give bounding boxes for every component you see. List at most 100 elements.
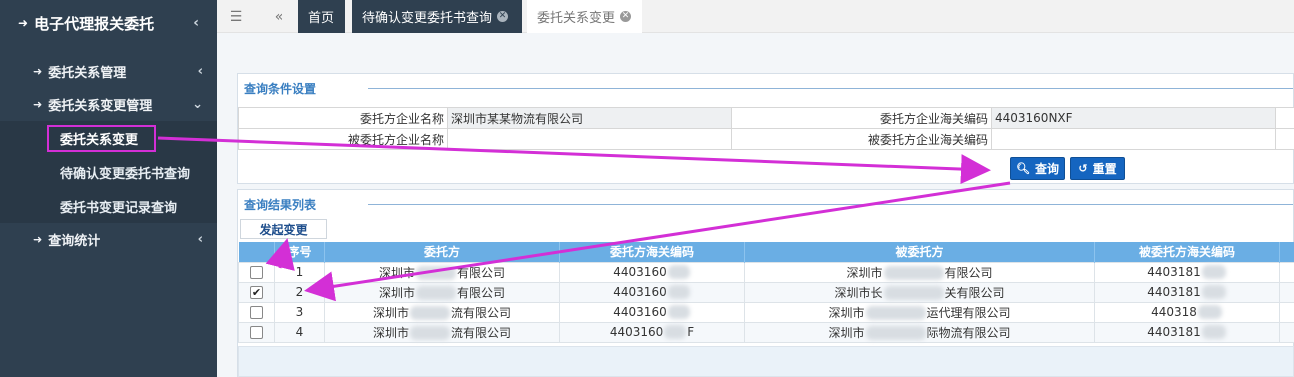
close-icon[interactable]: ✕: [620, 11, 632, 22]
row-number: 1: [274, 261, 325, 283]
table-row[interactable]: 4 深圳市 流有限公司 4403160 F 深圳市 际物流有限公司 4403181: [238, 321, 1294, 343]
sign-in-icon: ➜: [18, 16, 29, 30]
column-header: 被委托方海关编码: [1094, 242, 1280, 262]
tab-pending-query[interactable]: 待确认变更委托书查询 ✕: [352, 0, 522, 33]
agent-code-cell: 4403181: [1094, 261, 1280, 283]
client-code-cell: 4403160 F: [559, 321, 745, 343]
sign-in-icon: ➜: [33, 65, 43, 78]
sidebar-subitem-pending-query[interactable]: 待确认变更委托书查询: [0, 155, 217, 189]
redaction-blur: [1201, 325, 1226, 340]
annotation-highlight-box: [47, 125, 156, 152]
table-footer-area: [238, 346, 1294, 377]
redaction-blur: [1201, 285, 1226, 300]
agent-code-cell: 440318: [1094, 301, 1280, 323]
sidebar-header[interactable]: ➜ 电子代理报关委托 ‹: [0, 0, 217, 46]
client-name-input[interactable]: 深圳市某某物流有限公司: [447, 107, 732, 129]
redaction-blur: [667, 285, 690, 300]
redaction-blur: [1197, 305, 1222, 320]
redaction-blur: [410, 306, 450, 320]
sidebar-subitem-change-record[interactable]: 委托书变更记录查询: [0, 189, 217, 223]
redaction-blur: [865, 306, 926, 320]
sidebar-item-label: 查询统计: [48, 234, 101, 249]
client-name-cell: 深圳市 流有限公司: [324, 321, 560, 343]
row-checkbox-cell[interactable]: [238, 301, 275, 323]
agent-code-cell: 4403181: [1094, 321, 1280, 343]
redaction-blur: [416, 286, 456, 300]
redaction-blur: [883, 286, 944, 300]
table-row[interactable]: 3 深圳市 流有限公司 4403160 深圳市 运代理有限公司 440318: [238, 301, 1294, 323]
query-title-text: 查询条件设置: [244, 81, 317, 96]
chevron-left-icon[interactable]: ‹: [193, 15, 199, 31]
agent-name-cell: 深圳市 运代理有限公司: [744, 301, 1095, 323]
table-header-row: 序号 委托方 委托方海关编码 被委托方 被委托方海关编码: [238, 242, 1294, 262]
agent-name-input[interactable]: [447, 128, 732, 150]
row-checkbox[interactable]: [250, 266, 263, 279]
agent-name-cell: 深圳市 际物流有限公司: [744, 321, 1095, 343]
reset-button[interactable]: ↺ 重置: [1070, 157, 1125, 180]
redaction-blur: [667, 305, 690, 320]
menu-toggle-icon[interactable]: ☰: [221, 0, 251, 33]
client-name-cell: 深圳市 有限公司: [324, 261, 560, 283]
tab-label: 待确认变更委托书查询: [362, 11, 493, 26]
column-header: 委托方: [324, 242, 560, 262]
row-checkbox-cell[interactable]: [238, 261, 275, 283]
redaction-blur: [667, 265, 690, 280]
tab-label: 首页: [308, 11, 335, 26]
sidebar-title: 电子代理报关委托: [34, 14, 155, 33]
row-checkbox-cell[interactable]: [238, 321, 275, 343]
client-name-cell: 深圳市 流有限公司: [324, 301, 560, 323]
redaction-blur: [883, 266, 944, 280]
sidebar-item-change-manage[interactable]: ➜ 委托关系变更管理 ⌄: [0, 88, 217, 121]
tab-home[interactable]: 首页: [298, 0, 345, 33]
results-panel-title: 查询结果列表: [238, 190, 1293, 218]
sidebar: ➜ 电子代理报关委托 ‹ ➜ 委托关系管理 ‹ ➜ 委托关系变更管理 ⌄ 委托关…: [0, 0, 217, 377]
close-icon[interactable]: ✕: [497, 11, 509, 22]
row-checkbox[interactable]: [250, 306, 263, 319]
redaction-blur: [1201, 265, 1226, 280]
table-row[interactable]: ✔ 2 深圳市 有限公司 4403160 深圳市长 关有限公司 4403181: [238, 281, 1294, 303]
query-form: 委托方企业名称 深圳市某某物流有限公司 委托方企业海关编码 4403160NXF…: [238, 107, 1294, 150]
table-row[interactable]: 1 深圳市 有限公司 4403160 深圳市 有限公司 4403181: [238, 261, 1294, 283]
redaction-blur: [664, 325, 687, 340]
sidebar-subitem-relation-change[interactable]: 委托关系变更: [0, 121, 217, 155]
column-header: 被委托方: [744, 242, 1095, 262]
search-button-label: 查询: [1034, 162, 1059, 176]
client-code-input[interactable]: 4403160NXF: [991, 107, 1276, 129]
sidebar-subitem-label: 委托书变更记录查询: [60, 200, 178, 216]
sidebar-item-label: 委托关系管理: [48, 66, 127, 81]
row-number: 3: [274, 301, 325, 323]
agent-name-cell: 深圳市长 关有限公司: [744, 281, 1095, 303]
search-icon: 🔍︎: [1016, 162, 1030, 175]
search-button[interactable]: 🔍︎ 查询: [1010, 157, 1065, 180]
tab-relation-change[interactable]: 委托关系变更 ✕: [527, 0, 642, 33]
select-all-header: [238, 242, 275, 262]
column-header: 序号: [274, 242, 325, 262]
client-code-cell: 4403160: [559, 261, 745, 283]
double-chevron-left-icon[interactable]: «: [264, 0, 294, 33]
row-number: 4: [274, 321, 325, 343]
chevron-left-icon: ‹: [197, 232, 203, 247]
sign-in-icon: ➜: [33, 233, 43, 246]
sidebar-subitem-label: 待确认变更委托书查询: [60, 166, 191, 182]
agent-code-label: 被委托方企业海关编码: [731, 128, 992, 150]
results-title-text: 查询结果列表: [244, 197, 317, 212]
sign-in-icon: ➜: [33, 98, 43, 111]
sidebar-submenu: 委托关系变更 待确认变更委托书查询 委托书变更记录查询: [0, 121, 217, 223]
client-name-cell: 深圳市 有限公司: [324, 281, 560, 303]
row-checkbox[interactable]: [250, 326, 263, 339]
agent-code-input[interactable]: [991, 128, 1276, 150]
column-header: 委托方海关编码: [559, 242, 745, 262]
redaction-blur: [865, 326, 926, 340]
results-table: 序号 委托方 委托方海关编码 被委托方 被委托方海关编码 1 深圳市 有限公司 440…: [238, 242, 1294, 343]
tab-label: 委托关系变更: [537, 11, 616, 26]
row-checkbox-cell[interactable]: ✔: [238, 281, 275, 303]
row-checkbox[interactable]: ✔: [250, 286, 263, 299]
agent-name-cell: 深圳市 有限公司: [744, 261, 1095, 283]
sidebar-item-relation-manage[interactable]: ➜ 委托关系管理 ‹: [0, 55, 217, 88]
tab-bar: ☰ « 首页 待确认变更委托书查询 ✕ 委托关系变更 ✕: [217, 0, 1294, 33]
chevron-down-icon: ⌄: [192, 97, 203, 112]
sidebar-item-statistics[interactable]: ➜ 查询统计 ‹: [0, 223, 217, 256]
start-change-button[interactable]: 发起变更: [240, 219, 327, 239]
client-code-cell: 4403160: [559, 281, 745, 303]
reset-button-label: 重置: [1092, 162, 1117, 176]
